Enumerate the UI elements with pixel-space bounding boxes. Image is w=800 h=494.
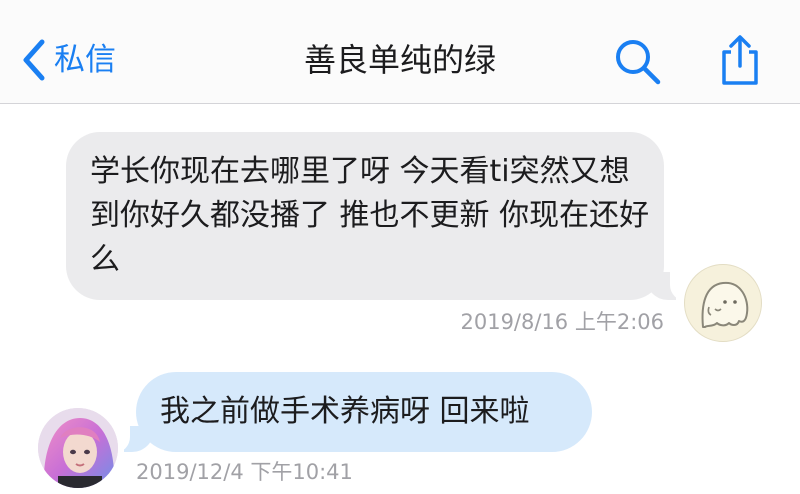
chevron-left-icon	[23, 39, 45, 81]
conversation-title: 善良单纯的绿	[303, 41, 496, 79]
back-button[interactable]: 私信	[22, 38, 116, 82]
outgoing-message-bubble[interactable]: 我之前做手术养病呀 回来啦	[108, 372, 592, 453]
dm-conversation-screen: 私信 善良单纯的绿 学长你现在去哪里了呀 今天看ti突然又想到你好久都没播了 推…	[0, 0, 800, 494]
user-photo-icon	[38, 408, 118, 488]
share-icon[interactable]	[716, 34, 764, 86]
message-timestamp: 2019/12/4 下午10:41	[136, 460, 353, 484]
back-label: 私信	[54, 42, 116, 78]
user-photo-avatar[interactable]	[38, 408, 118, 488]
ghost-doodle-icon	[701, 281, 749, 328]
message-text: 我之前做手术养病呀 回来啦	[160, 394, 530, 429]
ghost-doodle-avatar[interactable]	[684, 264, 762, 342]
search-icon[interactable]	[612, 36, 664, 86]
incoming-message-bubble[interactable]: 学长你现在去哪里了呀 今天看ti突然又想到你好久都没播了 推也不更新 你现在还好…	[66, 132, 692, 301]
navigation-bar: 私信 善良单纯的绿	[0, 0, 800, 104]
message-text: 学长你现在去哪里了呀 今天看ti突然又想到你好久都没播了 推也不更新 你现在还好…	[90, 154, 650, 277]
message-timestamp: 2019/8/16 上午2:06	[460, 310, 664, 334]
